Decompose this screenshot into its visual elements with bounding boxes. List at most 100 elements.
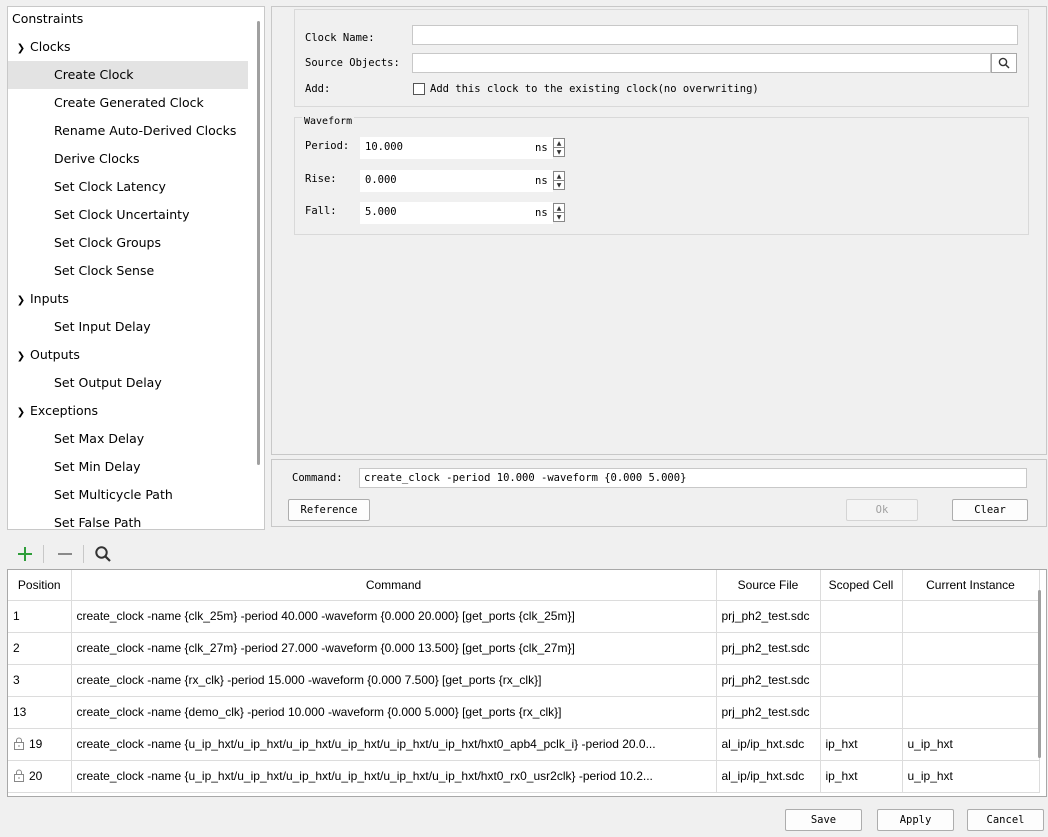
command-input[interactable]: create_clock -period 10.000 -waveform {0… [359, 468, 1027, 488]
clear-button[interactable]: Clear [952, 499, 1028, 521]
source-objects-search-button[interactable] [991, 53, 1017, 73]
cell-source-file: prj_ph2_test.sdc [716, 696, 821, 729]
tree-item-derive-clocks[interactable]: Derive Clocks [8, 145, 248, 173]
spin-down-icon[interactable]: ▼ [554, 148, 564, 157]
spin-up-icon[interactable]: ▲ [554, 139, 564, 148]
tree-item-set-false-path[interactable]: Set False Path [8, 509, 248, 529]
search-icon [998, 57, 1010, 69]
cell-source-file: al_ip/ip_hxt.sdc [716, 728, 821, 761]
cell-source-file: prj_ph2_test.sdc [716, 664, 821, 697]
column-header-current-instance[interactable]: Current Instance [902, 570, 1040, 601]
column-header-source-file[interactable]: Source File [716, 570, 821, 601]
column-header-command[interactable]: Command [71, 570, 717, 601]
tree-item-set-clock-uncertainty[interactable]: Set Clock Uncertainty [8, 201, 248, 229]
dialog-button-bar: Save Apply Cancel [7, 800, 1047, 837]
cell-source-file: al_ip/ip_hxt.sdc [716, 760, 821, 793]
chevron-down-icon[interactable]: ❯ [12, 399, 30, 427]
cell-source-file: prj_ph2_test.sdc [716, 600, 821, 633]
tree-item-set-min-delay[interactable]: Set Min Delay [8, 453, 248, 481]
tree-group-outputs[interactable]: ❯ Outputs [12, 341, 252, 369]
tree-group-exceptions[interactable]: ❯ Exceptions [12, 397, 252, 425]
reference-button[interactable]: Reference [288, 499, 370, 521]
table-row[interactable]: 20 create_clock -name {u_ip_hxt/u_ip_hxt… [8, 760, 1040, 793]
spin-down-icon[interactable]: ▼ [554, 181, 564, 190]
chevron-down-icon[interactable]: ❯ [12, 35, 30, 63]
search-constraints-button[interactable] [91, 541, 115, 567]
tree-group-inputs[interactable]: ❯ Inputs [12, 285, 252, 313]
cell-current-instance [902, 600, 1040, 633]
command-panel: Command: create_clock -period 10.000 -wa… [271, 459, 1047, 527]
spin-up-icon[interactable]: ▲ [554, 204, 564, 213]
constraints-table[interactable]: Position Command Source File Scoped Cell… [7, 569, 1047, 797]
tree-root-constraints[interactable]: Constraints [12, 7, 252, 31]
minus-icon [58, 553, 72, 555]
search-icon [95, 546, 111, 562]
save-button[interactable]: Save [785, 809, 862, 831]
cell-position: 20 [8, 760, 72, 793]
cell-scoped-cell [820, 632, 903, 665]
waveform-group: Waveform Period: 10.000 ns ▲ ▼ Rise: 0.00… [294, 116, 1029, 235]
tree-item-set-max-delay[interactable]: Set Max Delay [8, 425, 248, 453]
chevron-down-icon[interactable]: ❯ [12, 287, 30, 315]
rise-input[interactable]: 0.000 [360, 170, 553, 192]
spin-up-icon[interactable]: ▲ [554, 172, 564, 181]
clock-settings-group: Clock Name: Source Objects: Add: Add thi… [294, 9, 1029, 107]
table-row[interactable]: 3 create_clock -name {rx_clk} -period 15… [8, 664, 1040, 697]
rise-spinner[interactable]: ▲ ▼ [553, 171, 565, 190]
table-row[interactable]: 19 create_clock -name {u_ip_hxt/u_ip_hxt… [8, 728, 1040, 761]
add-clock-checkbox-label[interactable]: Add this clock to the existing clock(no … [430, 83, 759, 95]
cell-scoped-cell: ip_hxt [820, 760, 903, 793]
cell-position: 13 [8, 696, 72, 729]
cell-scoped-cell [820, 664, 903, 697]
period-input[interactable]: 10.000 [360, 137, 553, 159]
tree-item-set-clock-latency[interactable]: Set Clock Latency [8, 173, 248, 201]
table-row[interactable]: 1 create_clock -name {clk_25m} -period 4… [8, 600, 1040, 633]
fall-label: Fall: [305, 205, 337, 217]
tree-scrollbar[interactable] [257, 21, 260, 465]
tree-item-set-multicycle-path[interactable]: Set Multicycle Path [8, 481, 248, 509]
apply-button[interactable]: Apply [877, 809, 954, 831]
cancel-button[interactable]: Cancel [967, 809, 1044, 831]
rise-value: 0.000 [365, 174, 397, 186]
add-clock-checkbox[interactable] [413, 83, 425, 95]
tree-item-create-generated-clock[interactable]: Create Generated Clock [8, 89, 248, 117]
ok-button[interactable]: Ok [846, 499, 918, 521]
constraints-toolbar [7, 539, 1047, 569]
spin-down-icon[interactable]: ▼ [554, 213, 564, 222]
fall-input[interactable]: 5.000 [360, 202, 553, 224]
clock-name-input[interactable] [412, 25, 1018, 45]
tree-item-set-input-delay[interactable]: Set Input Delay [8, 313, 248, 341]
tree-group-clocks[interactable]: ❯ Clocks [12, 33, 252, 61]
cell-command: create_clock -name {u_ip_hxt/u_ip_hxt/u_… [71, 728, 717, 761]
tree-item-set-clock-sense[interactable]: Set Clock Sense [8, 257, 248, 285]
fall-spinner[interactable]: ▲ ▼ [553, 203, 565, 222]
create-clock-form: Clock Name: Source Objects: Add: Add thi… [271, 6, 1047, 455]
tree-item-create-clock[interactable]: Create Clock [8, 61, 248, 89]
cell-scoped-cell [820, 696, 903, 729]
table-scrollbar[interactable] [1038, 590, 1041, 758]
period-spinner[interactable]: ▲ ▼ [553, 138, 565, 157]
remove-constraint-button[interactable] [53, 541, 77, 567]
cell-current-instance [902, 632, 1040, 665]
tree-group-label: Inputs [30, 291, 69, 306]
cell-position: 19 [8, 728, 72, 761]
cell-current-instance [902, 696, 1040, 729]
column-header-position[interactable]: Position [8, 570, 72, 601]
table-row[interactable]: 13 create_clock -name {demo_clk} -period… [8, 696, 1040, 729]
chevron-down-icon[interactable]: ❯ [12, 343, 30, 371]
column-header-scoped-cell[interactable]: Scoped Cell [820, 570, 903, 601]
cell-current-instance: u_ip_hxt [902, 760, 1040, 793]
source-objects-input[interactable] [412, 53, 991, 73]
cell-current-instance: u_ip_hxt [902, 728, 1040, 761]
constraints-tree[interactable]: Constraints ❯ Clocks Create Clock Create … [7, 6, 265, 530]
period-unit: ns [535, 142, 548, 154]
table-header-row: Position Command Source File Scoped Cell… [8, 570, 1040, 601]
table-row[interactable]: 2 create_clock -name {clk_27m} -period 2… [8, 632, 1040, 665]
clock-name-label: Clock Name: [305, 32, 375, 44]
tree-item-rename-auto-derived-clocks[interactable]: Rename Auto-Derived Clocks [8, 117, 248, 145]
tree-item-set-output-delay[interactable]: Set Output Delay [8, 369, 248, 397]
tree-item-set-clock-groups[interactable]: Set Clock Groups [8, 229, 248, 257]
add-constraint-button[interactable] [13, 541, 37, 567]
tree-group-label: Outputs [30, 347, 80, 362]
cell-command: create_clock -name {clk_27m} -period 27.… [71, 632, 717, 665]
